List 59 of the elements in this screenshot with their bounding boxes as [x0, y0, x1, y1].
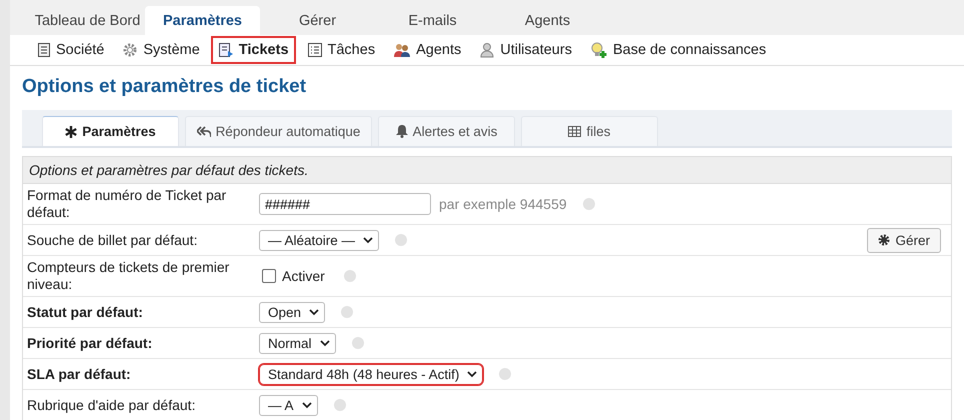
dropdown[interactable]: — Aléatoire —	[259, 230, 380, 250]
dropdown[interactable]: Open	[259, 302, 326, 322]
reply-all-icon	[196, 126, 211, 138]
help-icon[interactable]	[582, 198, 595, 210]
field-label: Format de numéro de Ticket par défaut:	[26, 186, 228, 222]
chevron-down-icon	[363, 236, 374, 244]
chevron-down-icon	[309, 308, 320, 316]
field-label: Rubrique d'aide par défaut:	[26, 396, 196, 415]
help-icon[interactable]	[334, 399, 346, 411]
chevron-down-icon	[467, 370, 478, 378]
field-label: Statut par défaut:	[26, 302, 144, 322]
dropdown[interactable]: Standard 48h (48 heures - Actif)	[259, 364, 484, 384]
help-icon[interactable]	[395, 234, 408, 246]
settings-tab[interactable]: Paramètres	[42, 116, 179, 146]
help-icon[interactable]	[341, 306, 354, 318]
field-label: Souche de billet par défaut:	[26, 230, 198, 250]
settings-tab[interactable]: Alertes et avis	[378, 116, 515, 146]
gear-icon	[122, 42, 138, 58]
subnav-item[interactable]: Base de connaissances	[582, 35, 774, 65]
field-label: SLA par défaut:	[26, 364, 132, 384]
bell-icon	[396, 125, 408, 138]
nav-tab[interactable]: Agents	[490, 6, 605, 35]
nav-tab[interactable]: Paramètres	[145, 6, 260, 35]
subnav-item[interactable]: Agents	[386, 36, 468, 64]
text-field[interactable]: ######	[259, 193, 431, 215]
field-label: Priorité par défaut:	[26, 334, 154, 353]
nav-tab[interactable]: Gérer	[260, 6, 375, 35]
user-icon	[479, 42, 496, 58]
help-icon[interactable]	[352, 337, 364, 349]
subnav-item[interactable]: Utilisateurs	[472, 36, 579, 64]
nav-tab[interactable]: Tableau de Bord	[30, 6, 145, 35]
settings-tab[interactable]: Répondeur automatique	[185, 116, 372, 146]
list-icon	[306, 42, 323, 58]
subnav-item[interactable]: Tâches	[300, 36, 382, 64]
subnav-item[interactable]: Société	[30, 36, 112, 64]
people-icon	[393, 42, 412, 58]
gear-icon	[878, 234, 890, 246]
checkbox[interactable]	[262, 269, 276, 283]
lightbulb-icon	[590, 41, 608, 59]
page-title: Options et paramètres de ticket	[22, 76, 308, 98]
nav-tab[interactable]: E-mails	[375, 6, 490, 35]
subnav-item[interactable]: Tickets	[210, 36, 296, 64]
subnav-item[interactable]: Système	[115, 36, 207, 64]
chevron-down-icon	[320, 340, 330, 346]
manage-button[interactable]: Gérer	[867, 228, 941, 252]
asterisk-icon	[65, 126, 78, 138]
chevron-down-icon	[302, 402, 312, 408]
field-label: Compteurs de tickets de premier niveau:	[26, 258, 230, 294]
ticket-icon	[218, 42, 234, 58]
section-header: Options et paramètres par défaut des tickets.	[23, 157, 951, 184]
document-icon	[37, 42, 51, 58]
help-icon[interactable]	[499, 368, 512, 380]
help-icon[interactable]	[344, 270, 356, 282]
checkbox-option[interactable]: Activer	[259, 267, 328, 285]
dropdown[interactable]: — A	[259, 394, 318, 416]
hint-text: par exemple 944559	[439, 196, 567, 212]
table-icon	[568, 126, 582, 137]
dropdown[interactable]: Normal	[259, 332, 336, 354]
settings-tab[interactable]: files	[521, 116, 658, 146]
